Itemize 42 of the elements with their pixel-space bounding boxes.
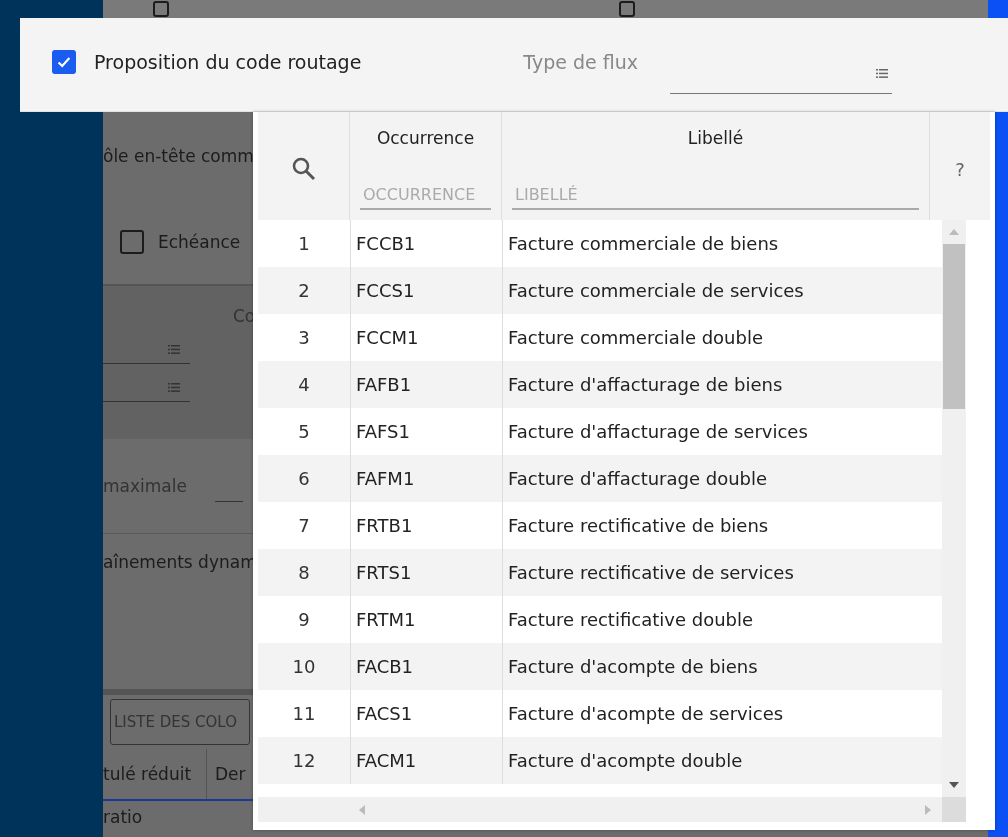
row-number: 9: [297, 609, 311, 630]
field-label: maximale: [103, 476, 187, 496]
list-icon[interactable]: [168, 383, 180, 392]
help-icon[interactable]: ?: [955, 158, 965, 180]
scrollbar-corner: [942, 797, 966, 822]
row-number: 4: [297, 374, 311, 395]
row-number: 10: [291, 656, 317, 677]
row-number: 5: [297, 421, 311, 442]
table-cell[interactable]: FACB1: [350, 643, 502, 690]
scroll-left-icon[interactable]: [358, 803, 366, 816]
scroll-right-icon[interactable]: [924, 803, 932, 816]
checkbox[interactable]: [120, 230, 144, 254]
table-cell[interactable]: FCCS1: [350, 267, 502, 314]
row-number: 6: [297, 468, 311, 489]
row-number: 7: [297, 515, 311, 536]
checkbox[interactable]: [52, 49, 76, 74]
form-label: ôle en-tête comm: [103, 146, 254, 166]
scroll-up-icon[interactable]: [948, 228, 960, 236]
column-header: Libellé: [687, 128, 744, 148]
horizontal-scrollbar[interactable]: [258, 797, 942, 822]
table-cell[interactable]: FAFM1: [350, 455, 502, 502]
filter-field[interactable]: OCCURRENCE: [360, 183, 491, 210]
field-label: Type de flux: [523, 50, 639, 73]
row-number: 1: [297, 233, 311, 254]
row-number: 8: [297, 562, 311, 583]
list-icon[interactable]: [168, 345, 180, 354]
row-number: 3: [297, 327, 311, 348]
checkbox-label: Proposition du code routage: [94, 50, 362, 73]
list-icon[interactable]: [876, 68, 889, 78]
row-number: 12: [291, 750, 317, 771]
filter-field[interactable]: LIBELLÉ: [512, 183, 919, 210]
table-cell[interactable]: FRTS1: [350, 549, 502, 596]
search-icon[interactable]: [290, 156, 317, 182]
table-cell[interactable]: FAFB1: [350, 361, 502, 408]
vertical-scrollbar[interactable]: [942, 220, 966, 797]
row-number: 11: [291, 703, 317, 724]
table-cell[interactable]: FACM1: [350, 737, 502, 784]
scroll-down-icon[interactable]: [948, 781, 960, 789]
checkbox-label: Echéance: [158, 232, 241, 252]
row-number: 2: [297, 280, 311, 301]
table-cell: ratio: [103, 807, 143, 827]
column-header: Occurrence: [376, 128, 475, 148]
